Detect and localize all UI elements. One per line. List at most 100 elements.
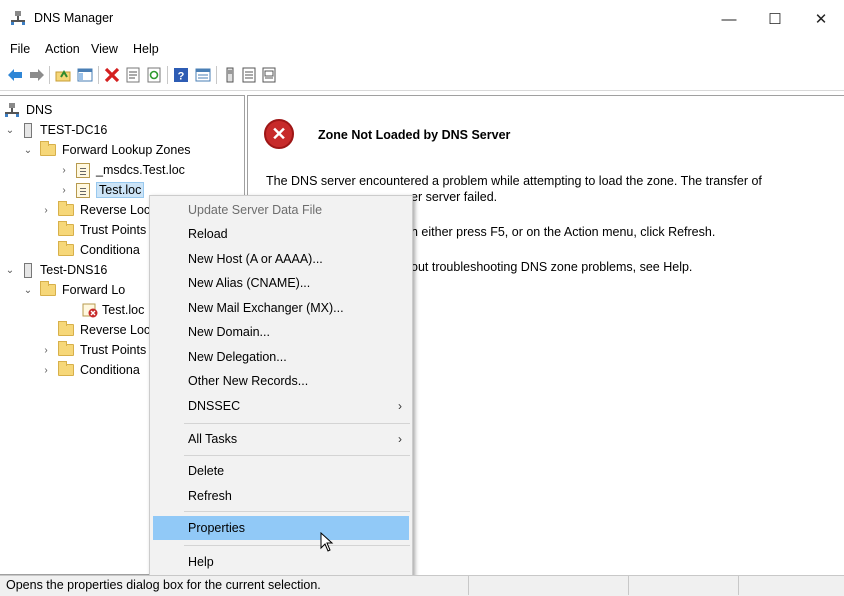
submenu-arrow-icon: › [398,432,402,446]
menu-separator [184,511,410,512]
menu-item-properties[interactable]: Properties [153,516,409,540]
tree-label: _msdcs.Test.loc [96,163,185,177]
zone-file-icon [76,182,90,198]
expand-icon[interactable]: › [40,205,52,216]
menu-item-dnssec[interactable]: DNSSEC › [150,394,412,418]
tree-label-selected: Test.loc [96,182,145,198]
window-title: DNS Manager [34,11,114,25]
folder-icon [58,361,74,376]
details-message-line3: n either press F5, or on the Action menu… [411,225,716,239]
folder-icon [58,221,74,236]
menu-separator [184,545,410,546]
delete-icon[interactable] [103,66,121,84]
tree-label: TEST-DC16 [40,123,108,137]
tree-item-forward-lookup-zones[interactable]: ⌄ Forward Lookup Zones [0,140,244,160]
back-icon[interactable] [6,66,24,84]
details-message-line1: The DNS server encountered a problem whi… [266,174,762,188]
menu-item-new-alias[interactable]: New Alias (CNAME)... [150,271,412,295]
collapse-icon[interactable]: ⌄ [4,125,16,136]
dns-root-icon [5,103,19,117]
context-menu: Update Server Data File Reload New Host … [149,195,413,581]
expand-icon[interactable]: › [58,165,70,176]
toolbar-separator [167,66,168,84]
menu-item-delete[interactable]: Delete [150,459,412,483]
collapse-icon[interactable]: ⌄ [22,145,34,156]
help-icon[interactable]: ? [172,66,190,84]
server-icon [24,122,32,138]
menu-item-help[interactable]: Help [150,550,412,574]
folder-icon [58,241,74,256]
error-icon: ✕ [264,119,294,149]
record-icon[interactable] [260,66,278,84]
folder-icon [58,201,74,216]
tree-label: Conditiona [80,243,140,257]
menu-item-new-host[interactable]: New Host (A or AAAA)... [150,247,412,271]
menu-item-other-new-records[interactable]: Other New Records... [150,369,412,393]
dns-manager-icon [11,11,25,25]
svg-text:?: ? [178,71,185,83]
menu-item-all-tasks[interactable]: All Tasks › [150,427,412,451]
refresh-icon[interactable] [145,66,163,84]
tree-label: Reverse Loc [80,203,151,217]
details-title: Zone Not Loaded by DNS Server [318,128,511,142]
tree-label: Reverse Loc [80,323,151,337]
toolbar-separator [49,66,50,84]
status-divider [628,576,629,595]
view-icon[interactable] [194,66,212,84]
tree-label: DNS [26,103,53,117]
tree-label: Forward Lookup Zones [62,143,191,157]
zone-file-icon [76,162,90,178]
tree-label: Trust Points [80,343,147,357]
status-text: Opens the properties dialog box for the … [6,578,321,592]
menu-action[interactable]: Action [45,42,80,56]
menu-help[interactable]: Help [133,42,159,56]
zone-icon[interactable] [240,66,258,84]
tree-label: Test-DNS16 [40,263,108,277]
minimize-button[interactable]: — [706,0,752,38]
collapse-icon[interactable]: ⌄ [4,265,16,276]
server-icon [24,262,32,278]
folder-icon [40,141,56,156]
menu-item-update-server-data-file: Update Server Data File [188,203,323,217]
tree-label: Trust Points [80,223,147,237]
menu-item-refresh[interactable]: Refresh [150,484,412,508]
folder-icon [58,341,74,356]
up-folder-icon[interactable] [54,66,72,84]
menu-item-new-domain[interactable]: New Domain... [150,320,412,344]
status-divider [738,576,739,595]
close-button[interactable]: ✕ [798,0,844,38]
menu-bar [0,38,844,60]
menu-item-reload[interactable]: Reload [150,222,412,246]
mouse-cursor-icon [320,532,334,552]
properties-icon[interactable] [124,66,142,84]
details-message-line4: out troubleshooting DNS zone problems, s… [411,260,693,274]
tree-label: Conditiona [80,363,140,377]
menu-separator [184,423,410,424]
details-message-line2: er server failed. [411,190,498,204]
expand-icon[interactable]: › [58,185,70,196]
menu-file[interactable]: File [10,42,30,56]
collapse-icon[interactable]: ⌄ [22,285,34,296]
expand-icon[interactable]: › [40,345,52,356]
menu-item-new-mail-exchanger[interactable]: New Mail Exchanger (MX)... [150,296,412,320]
server-icon[interactable] [221,66,239,84]
toolbar-separator [216,66,217,84]
folder-icon [58,321,74,336]
forward-icon[interactable] [28,66,46,84]
tree-label: Forward Lo [62,283,126,297]
show-hide-tree-icon[interactable] [76,66,94,84]
tree-item-server-test-dc16[interactable]: ⌄ TEST-DC16 [0,120,244,140]
menu-view[interactable]: View [91,42,118,56]
tree-label: Test.loc [102,303,145,317]
expand-icon[interactable]: › [40,365,52,376]
menu-separator [184,455,410,456]
folder-icon [40,281,56,296]
menu-item-new-delegation[interactable]: New Delegation... [150,345,412,369]
tree-item-msdcs-zone[interactable]: › _msdcs.Test.loc [0,160,244,180]
submenu-arrow-icon: › [398,399,402,413]
zone-error-icon [82,303,98,318]
tree-item-dns[interactable]: DNS [0,100,244,120]
toolbar-separator [98,66,99,84]
status-divider [468,576,469,595]
maximize-button[interactable]: ☐ [752,0,798,38]
